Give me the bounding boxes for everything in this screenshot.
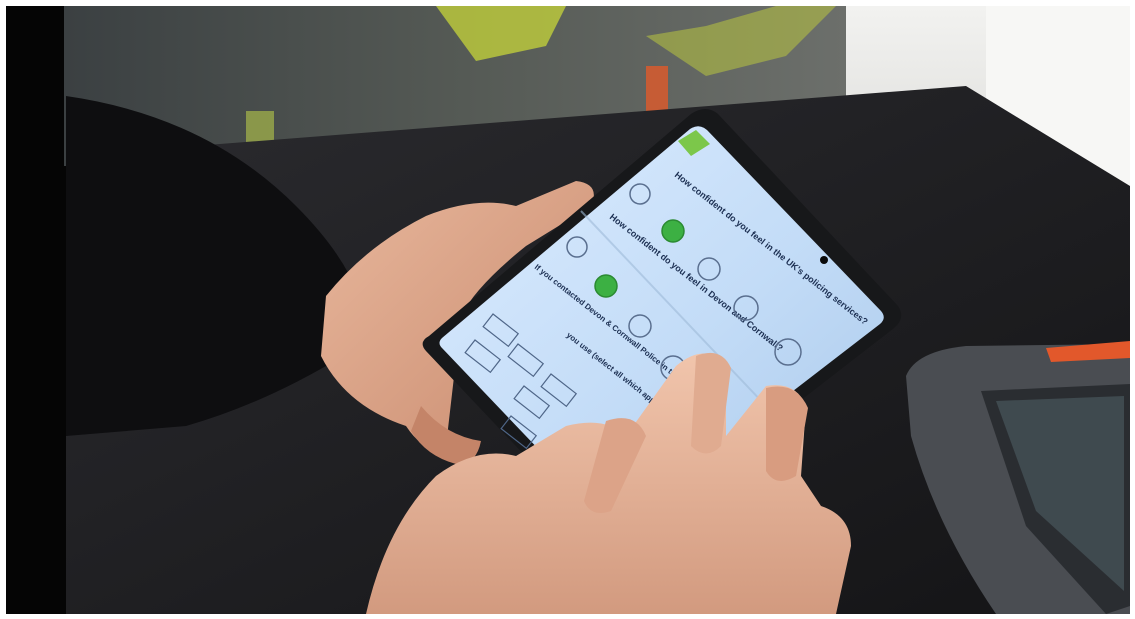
front-camera	[820, 256, 828, 264]
left-dark-edge	[6, 6, 66, 614]
photo-frame: How confident do you feel in the UK's po…	[6, 6, 1130, 614]
selected-face-icon[interactable]	[661, 219, 685, 243]
selected-face-icon[interactable]	[594, 274, 618, 298]
photo-scene: How confident do you feel in the UK's po…	[6, 6, 1130, 614]
